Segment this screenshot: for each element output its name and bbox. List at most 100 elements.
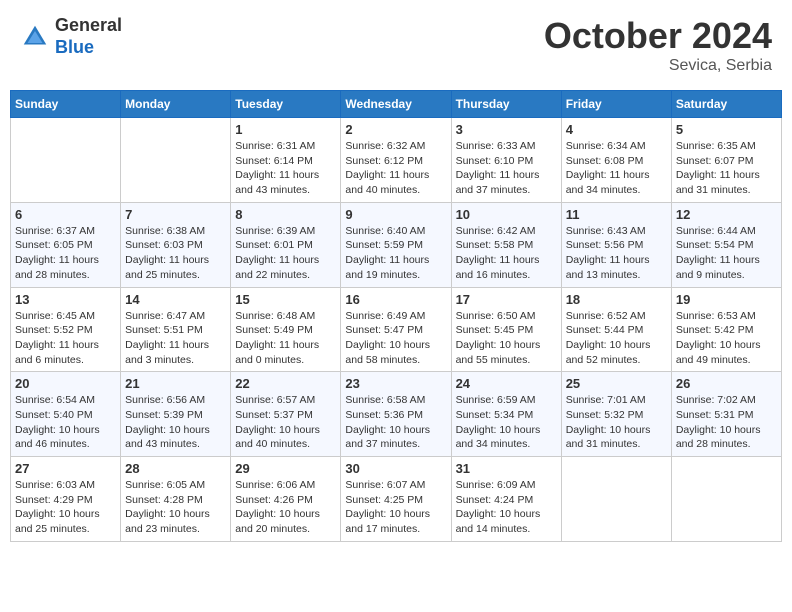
day-number: 16 bbox=[345, 292, 446, 307]
day-number: 15 bbox=[235, 292, 336, 307]
day-info: Sunrise: 6:50 AM Sunset: 5:45 PM Dayligh… bbox=[456, 309, 557, 368]
day-number: 9 bbox=[345, 207, 446, 222]
day-info: Sunrise: 6:40 AM Sunset: 5:59 PM Dayligh… bbox=[345, 224, 446, 283]
day-info: Sunrise: 6:35 AM Sunset: 6:07 PM Dayligh… bbox=[676, 139, 777, 198]
location-subtitle: Sevica, Serbia bbox=[544, 57, 772, 75]
weekday-header: Saturday bbox=[671, 91, 781, 118]
day-info: Sunrise: 6:44 AM Sunset: 5:54 PM Dayligh… bbox=[676, 224, 777, 283]
day-number: 14 bbox=[125, 292, 226, 307]
title-section: October 2024 Sevica, Serbia bbox=[544, 15, 772, 75]
calendar-table: SundayMondayTuesdayWednesdayThursdayFrid… bbox=[10, 90, 782, 542]
logo-icon bbox=[20, 22, 50, 52]
calendar-cell: 19Sunrise: 6:53 AM Sunset: 5:42 PM Dayli… bbox=[671, 287, 781, 372]
calendar-cell: 30 Sunrise: 6:07 AM Sunset: 4:25 PM Dayli… bbox=[341, 457, 451, 542]
weekday-header: Tuesday bbox=[231, 91, 341, 118]
calendar-cell: 13Sunrise: 6:45 AM Sunset: 5:52 PM Dayli… bbox=[11, 287, 121, 372]
day-number: 21 bbox=[125, 376, 226, 391]
logo: General Blue bbox=[20, 15, 122, 58]
calendar-cell: 18 Sunrise: 6:52 AM Sunset: 5:44 PM Dayli… bbox=[561, 287, 671, 372]
page-header: General Blue October 2024 Sevica, Serbia bbox=[10, 10, 782, 80]
day-info: Sunrise: 6:45 AM Sunset: 5:52 PM Dayligh… bbox=[15, 309, 116, 368]
weekday-header: Sunday bbox=[11, 91, 121, 118]
calendar-cell: 7 Sunrise: 6:38 AM Sunset: 6:03 PM Daylig… bbox=[121, 202, 231, 287]
calendar-cell bbox=[671, 457, 781, 542]
calendar-cell: 5 Sunrise: 6:35 AM Sunset: 6:07 PM Daylig… bbox=[671, 118, 781, 203]
day-info: Sunrise: 6:39 AM Sunset: 6:01 PM Dayligh… bbox=[235, 224, 336, 283]
day-number: 4 bbox=[566, 122, 667, 137]
calendar-cell: 14 Sunrise: 6:47 AM Sunset: 5:51 PM Dayli… bbox=[121, 287, 231, 372]
calendar-week-row: 20Sunrise: 6:54 AM Sunset: 5:40 PM Dayli… bbox=[11, 372, 782, 457]
day-info: Sunrise: 6:56 AM Sunset: 5:39 PM Dayligh… bbox=[125, 393, 226, 452]
day-info: Sunrise: 6:47 AM Sunset: 5:51 PM Dayligh… bbox=[125, 309, 226, 368]
day-info: Sunrise: 6:37 AM Sunset: 6:05 PM Dayligh… bbox=[15, 224, 116, 283]
day-number: 31 bbox=[456, 461, 557, 476]
day-number: 27 bbox=[15, 461, 116, 476]
day-info: Sunrise: 6:58 AM Sunset: 5:36 PM Dayligh… bbox=[345, 393, 446, 452]
day-number: 29 bbox=[235, 461, 336, 476]
calendar-cell: 17 Sunrise: 6:50 AM Sunset: 5:45 PM Dayli… bbox=[451, 287, 561, 372]
day-info: Sunrise: 6:48 AM Sunset: 5:49 PM Dayligh… bbox=[235, 309, 336, 368]
calendar-cell: 4 Sunrise: 6:34 AM Sunset: 6:08 PM Daylig… bbox=[561, 118, 671, 203]
day-info: Sunrise: 6:43 AM Sunset: 5:56 PM Dayligh… bbox=[566, 224, 667, 283]
day-number: 23 bbox=[345, 376, 446, 391]
calendar-cell bbox=[561, 457, 671, 542]
day-info: Sunrise: 6:42 AM Sunset: 5:58 PM Dayligh… bbox=[456, 224, 557, 283]
calendar-cell: 26Sunrise: 7:02 AM Sunset: 5:31 PM Dayli… bbox=[671, 372, 781, 457]
day-info: Sunrise: 6:09 AM Sunset: 4:24 PM Dayligh… bbox=[456, 478, 557, 537]
month-title: October 2024 bbox=[544, 15, 772, 57]
calendar-cell: 11 Sunrise: 6:43 AM Sunset: 5:56 PM Dayli… bbox=[561, 202, 671, 287]
calendar-week-row: 27 Sunrise: 6:03 AM Sunset: 4:29 PM Dayli… bbox=[11, 457, 782, 542]
calendar-cell: 8Sunrise: 6:39 AM Sunset: 6:01 PM Daylig… bbox=[231, 202, 341, 287]
calendar-cell: 9 Sunrise: 6:40 AM Sunset: 5:59 PM Daylig… bbox=[341, 202, 451, 287]
day-number: 24 bbox=[456, 376, 557, 391]
calendar-cell: 16 Sunrise: 6:49 AM Sunset: 5:47 PM Dayli… bbox=[341, 287, 451, 372]
day-number: 12 bbox=[676, 207, 777, 222]
calendar-cell: 22 Sunrise: 6:57 AM Sunset: 5:37 PM Dayli… bbox=[231, 372, 341, 457]
logo-text: General Blue bbox=[55, 15, 122, 58]
day-info: Sunrise: 6:54 AM Sunset: 5:40 PM Dayligh… bbox=[15, 393, 116, 452]
calendar-cell: 29 Sunrise: 6:06 AM Sunset: 4:26 PM Dayli… bbox=[231, 457, 341, 542]
calendar-cell: 31 Sunrise: 6:09 AM Sunset: 4:24 PM Dayli… bbox=[451, 457, 561, 542]
day-info: Sunrise: 6:06 AM Sunset: 4:26 PM Dayligh… bbox=[235, 478, 336, 537]
calendar-header: SundayMondayTuesdayWednesdayThursdayFrid… bbox=[11, 91, 782, 118]
weekday-header-row: SundayMondayTuesdayWednesdayThursdayFrid… bbox=[11, 91, 782, 118]
day-number: 30 bbox=[345, 461, 446, 476]
day-info: Sunrise: 6:34 AM Sunset: 6:08 PM Dayligh… bbox=[566, 139, 667, 198]
day-number: 17 bbox=[456, 292, 557, 307]
logo-general-label: General bbox=[55, 15, 122, 37]
day-info: Sunrise: 6:57 AM Sunset: 5:37 PM Dayligh… bbox=[235, 393, 336, 452]
calendar-cell: 3Sunrise: 6:33 AM Sunset: 6:10 PM Daylig… bbox=[451, 118, 561, 203]
calendar-cell: 12 Sunrise: 6:44 AM Sunset: 5:54 PM Dayli… bbox=[671, 202, 781, 287]
weekday-header: Friday bbox=[561, 91, 671, 118]
weekday-header: Wednesday bbox=[341, 91, 451, 118]
day-info: Sunrise: 6:05 AM Sunset: 4:28 PM Dayligh… bbox=[125, 478, 226, 537]
day-number: 22 bbox=[235, 376, 336, 391]
calendar-cell: 15 Sunrise: 6:48 AM Sunset: 5:49 PM Dayli… bbox=[231, 287, 341, 372]
calendar-week-row: 1 Sunrise: 6:31 AM Sunset: 6:14 PM Daylig… bbox=[11, 118, 782, 203]
day-number: 11 bbox=[566, 207, 667, 222]
day-number: 5 bbox=[676, 122, 777, 137]
day-number: 1 bbox=[235, 122, 336, 137]
calendar-week-row: 6 Sunrise: 6:37 AM Sunset: 6:05 PM Daylig… bbox=[11, 202, 782, 287]
day-info: Sunrise: 6:38 AM Sunset: 6:03 PM Dayligh… bbox=[125, 224, 226, 283]
day-number: 6 bbox=[15, 207, 116, 222]
day-info: Sunrise: 6:07 AM Sunset: 4:25 PM Dayligh… bbox=[345, 478, 446, 537]
day-info: Sunrise: 6:31 AM Sunset: 6:14 PM Dayligh… bbox=[235, 139, 336, 198]
day-number: 19 bbox=[676, 292, 777, 307]
weekday-header: Monday bbox=[121, 91, 231, 118]
calendar-cell: 25Sunrise: 7:01 AM Sunset: 5:32 PM Dayli… bbox=[561, 372, 671, 457]
day-number: 7 bbox=[125, 207, 226, 222]
day-number: 18 bbox=[566, 292, 667, 307]
calendar-cell: 10Sunrise: 6:42 AM Sunset: 5:58 PM Dayli… bbox=[451, 202, 561, 287]
calendar-cell: 28Sunrise: 6:05 AM Sunset: 4:28 PM Dayli… bbox=[121, 457, 231, 542]
calendar-cell: 27 Sunrise: 6:03 AM Sunset: 4:29 PM Dayli… bbox=[11, 457, 121, 542]
calendar-cell: 1 Sunrise: 6:31 AM Sunset: 6:14 PM Daylig… bbox=[231, 118, 341, 203]
day-info: Sunrise: 6:52 AM Sunset: 5:44 PM Dayligh… bbox=[566, 309, 667, 368]
day-info: Sunrise: 6:32 AM Sunset: 6:12 PM Dayligh… bbox=[345, 139, 446, 198]
calendar-cell: 23 Sunrise: 6:58 AM Sunset: 5:36 PM Dayli… bbox=[341, 372, 451, 457]
day-info: Sunrise: 6:49 AM Sunset: 5:47 PM Dayligh… bbox=[345, 309, 446, 368]
calendar-cell bbox=[121, 118, 231, 203]
calendar-body: 1 Sunrise: 6:31 AM Sunset: 6:14 PM Daylig… bbox=[11, 118, 782, 542]
day-info: Sunrise: 6:03 AM Sunset: 4:29 PM Dayligh… bbox=[15, 478, 116, 537]
day-number: 25 bbox=[566, 376, 667, 391]
